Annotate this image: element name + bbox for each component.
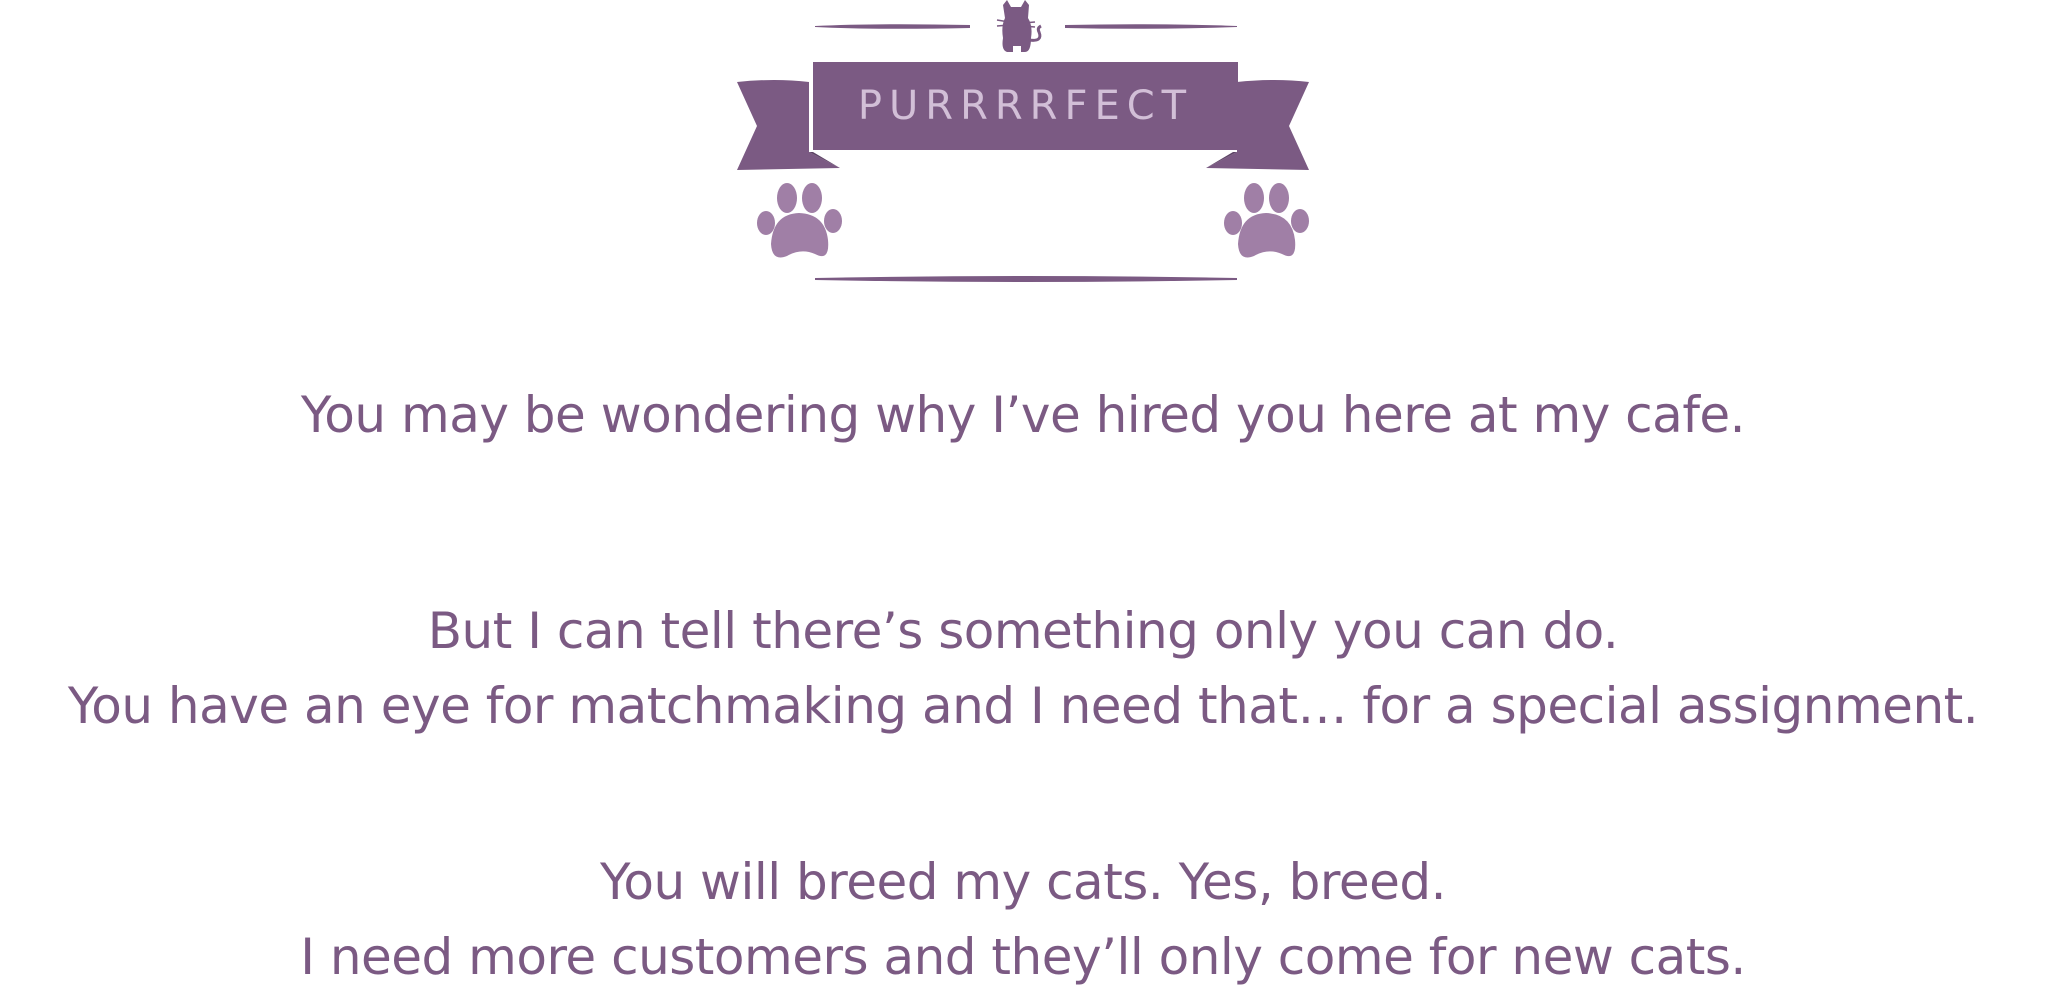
- top-divider-left: [815, 24, 970, 29]
- paw-print-icon-left: [757, 183, 842, 258]
- dialogue-paragraph-2: But I can tell there’s something only yo…: [0, 594, 2046, 744]
- bottom-divider: [815, 276, 1237, 282]
- paw-print-icon-right: [1224, 183, 1309, 258]
- dialogue-paragraph-1: You may be wondering why I’ve hired you …: [0, 378, 2046, 453]
- dialogue-line: You have an eye for matchmaking and I ne…: [67, 677, 1979, 735]
- dialogue-paragraph-3: You will breed my cats. Yes, breed. I ne…: [0, 845, 2046, 995]
- dialogue-line: But I can tell there’s something only yo…: [427, 602, 1619, 660]
- dialogue-line: You may be wondering why I’ve hired you …: [300, 386, 1746, 444]
- dialogue-line: I need more customers and they’ll only c…: [300, 928, 1746, 986]
- dialogue-line: You will breed my cats. Yes, breed.: [599, 853, 1447, 911]
- intro-screen: PURRRRFECT You may be wondering why I’ve…: [0, 0, 2046, 997]
- banner-title: PURRRRFECT: [857, 83, 1194, 129]
- top-divider-right: [1065, 24, 1237, 29]
- cat-silhouette-icon: [996, 0, 1042, 52]
